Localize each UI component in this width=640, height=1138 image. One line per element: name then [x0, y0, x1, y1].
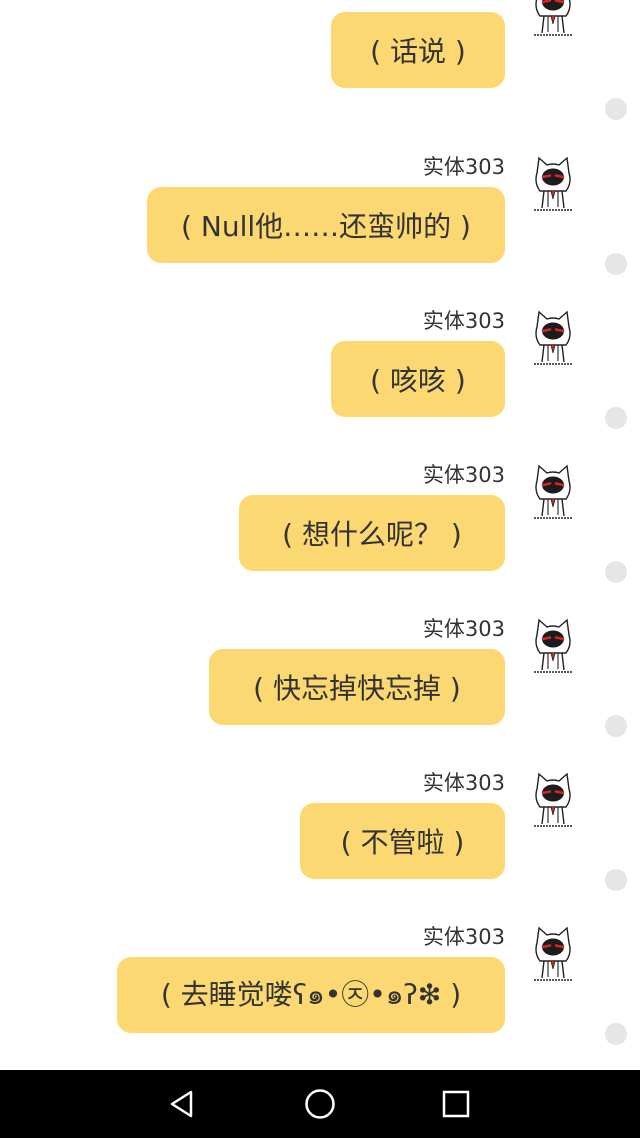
message-status-dot — [605, 407, 627, 429]
message-status-dot — [605, 869, 627, 891]
avatar[interactable] — [528, 0, 578, 40]
cartoon-character-avatar-icon — [534, 926, 572, 981]
cartoon-character-avatar-icon — [534, 618, 572, 673]
message-list[interactable]: ( 话说 ) 实体303 ( Null他……还蛮帅的 ) 实体303 ( 咳咳 … — [0, 0, 640, 1070]
message-text: ( 咳咳 ) — [370, 364, 466, 397]
back-button[interactable] — [162, 1084, 202, 1124]
message-text: ( 想什么呢？ ) — [282, 518, 462, 551]
recents-square-icon — [442, 1090, 470, 1118]
sender-name: 实体303 — [422, 771, 505, 795]
message-status-dot — [605, 561, 627, 583]
back-triangle-icon — [170, 1090, 193, 1118]
message-text: ( 不管啦 ) — [340, 826, 465, 859]
avatar[interactable] — [528, 923, 578, 985]
message-bubble[interactable]: ( 想什么呢？ ) — [239, 495, 505, 571]
sender-name: 实体303 — [422, 155, 505, 179]
sender-name: 实体303 — [422, 617, 505, 641]
message-bubble[interactable]: ( 快忘掉快忘掉 ) — [209, 649, 505, 725]
home-circle-icon — [305, 1089, 335, 1119]
cartoon-character-avatar-icon — [534, 0, 572, 36]
message-bubble[interactable]: ( Null他……还蛮帅的 ) — [147, 187, 505, 263]
cartoon-character-avatar-icon — [534, 310, 572, 365]
avatar[interactable] — [528, 769, 578, 831]
system-navigation-bar — [0, 1070, 640, 1138]
message-bubble[interactable]: ( 话说 ) — [331, 12, 505, 88]
avatar[interactable] — [528, 307, 578, 369]
sender-name: 实体303 — [422, 463, 505, 487]
avatar[interactable] — [528, 153, 578, 215]
message-bubble[interactable]: ( 去睡觉喽ʕ๑•㉨•๑ʔ❇ ) — [117, 957, 505, 1033]
sender-name: 实体303 — [422, 925, 505, 949]
message-text: ( Null他……还蛮帅的 ) — [181, 210, 471, 243]
message-bubble[interactable]: ( 不管啦 ) — [300, 803, 505, 879]
message-text: ( 去睡觉喽ʕ๑•㉨•๑ʔ❇ ) — [160, 978, 462, 1011]
home-button[interactable] — [300, 1084, 340, 1124]
sender-name: 实体303 — [422, 309, 505, 333]
message-status-dot — [605, 715, 627, 737]
message-status-dot — [605, 98, 627, 120]
cartoon-character-avatar-icon — [534, 464, 572, 519]
chat-screen: ( 话说 ) 实体303 ( Null他……还蛮帅的 ) 实体303 ( 咳咳 … — [0, 0, 640, 1138]
avatar[interactable] — [528, 461, 578, 523]
cartoon-character-avatar-icon — [534, 156, 572, 211]
recents-button[interactable] — [436, 1084, 476, 1124]
message-text: ( 话说 ) — [370, 35, 466, 68]
message-bubble[interactable]: ( 咳咳 ) — [331, 341, 505, 417]
avatar[interactable] — [528, 615, 578, 677]
message-status-dot — [605, 1023, 627, 1045]
message-text: ( 快忘掉快忘掉 ) — [253, 672, 461, 705]
cartoon-character-avatar-icon — [534, 772, 572, 827]
message-status-dot — [605, 253, 627, 275]
